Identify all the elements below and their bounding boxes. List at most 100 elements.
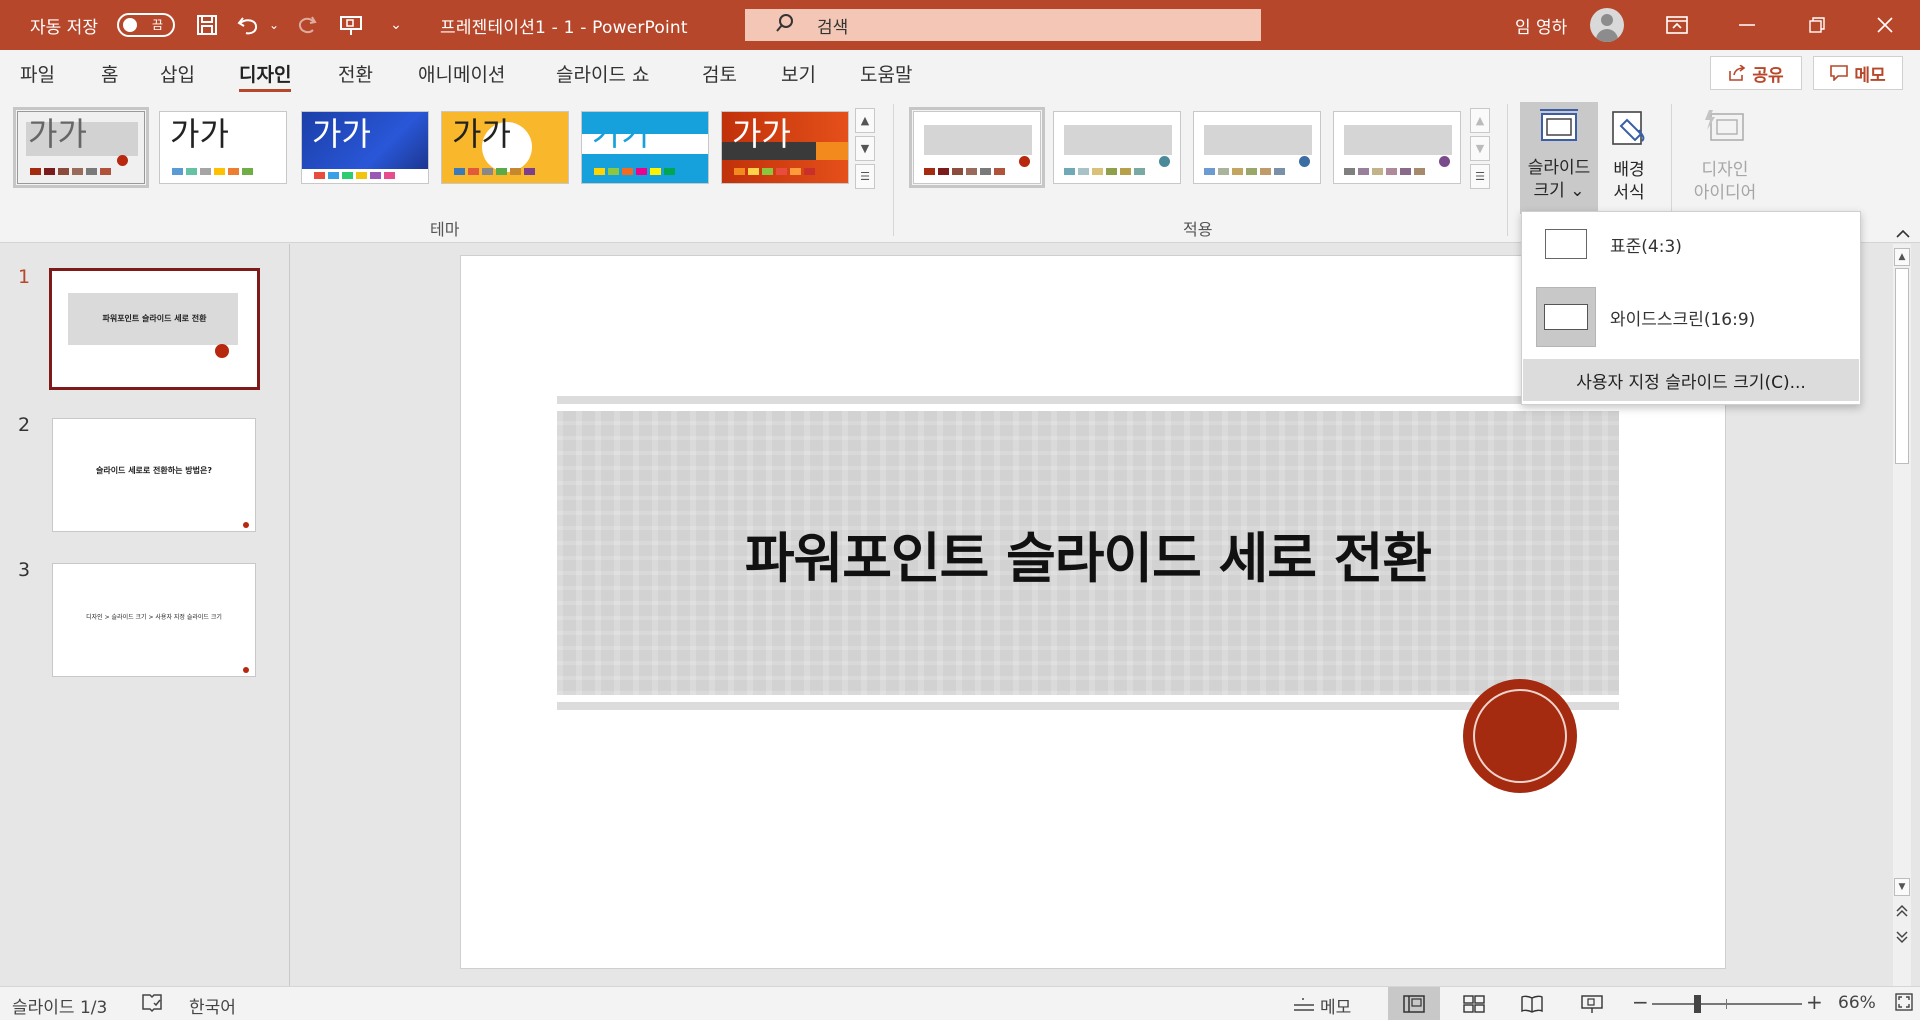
variant-4[interactable] <box>1333 111 1461 184</box>
slide-title[interactable]: 파워포인트 슬라이드 세로 전환 <box>557 411 1619 695</box>
slide-size-button[interactable]: 슬라이드 크기 ⌄ <box>1520 102 1598 214</box>
tab-help[interactable]: 도움말 <box>860 60 912 87</box>
language-indicator[interactable]: 한국어 <box>189 993 236 1018</box>
theme-orange[interactable]: 가가 <box>721 111 849 184</box>
tab-review[interactable]: 검토 <box>702 60 737 87</box>
variant-band <box>1204 125 1312 155</box>
slide-counter[interactable]: 슬라이드 1/3 <box>12 993 107 1018</box>
format-background-icon <box>1609 108 1649 155</box>
tab-home[interactable]: 홈 <box>101 60 118 87</box>
theme-swatches <box>734 168 815 175</box>
theme-sample-text: 가가 <box>170 115 229 153</box>
scroll-up-icon[interactable]: ▲ <box>1894 248 1910 266</box>
variant-swatches <box>1204 168 1285 175</box>
theme-swatches <box>172 168 253 175</box>
tab-animations[interactable]: 애니메이션 <box>418 60 505 87</box>
undo-dropdown-icon[interactable]: ⌄ <box>266 0 282 50</box>
status-bar: 슬라이드 1/3 한국어 메모 − + 66% <box>0 986 1920 1020</box>
variant-dot <box>1439 156 1450 167</box>
save-icon[interactable] <box>190 0 224 50</box>
share-button[interactable]: 공유 <box>1710 56 1802 90</box>
variant-1[interactable] <box>909 107 1045 188</box>
variants-group-label: 적용 <box>1183 220 1213 239</box>
group-separator <box>893 104 894 236</box>
thumb-title: 디자인 > 슬라이드 크기 > 사용자 지정 슬라이드 크기 <box>86 614 222 621</box>
variants-more-icon[interactable]: ☰ <box>1470 164 1490 189</box>
collapse-ribbon-icon[interactable] <box>1896 226 1910 242</box>
widescreen-size-option[interactable]: 와이드스크린(16:9) <box>1522 287 1860 347</box>
theme-white[interactable]: 가가 <box>159 111 287 184</box>
presentation-start-icon[interactable] <box>334 0 368 50</box>
format-background-button[interactable]: 배경 서식 <box>1600 102 1658 214</box>
themes-more-icon[interactable]: ☰ <box>855 164 875 189</box>
scroll-thumb[interactable] <box>1895 268 1909 464</box>
design-ideas-label-1: 디자인 <box>1701 160 1749 180</box>
theme-sample-text: 가가 <box>452 115 511 153</box>
variants-scroll-down-icon[interactable]: ▼ <box>1470 136 1490 161</box>
vertical-scrollbar[interactable]: ▲ ▼ <box>1893 244 1911 986</box>
zoom-level[interactable]: 66% <box>1838 993 1876 1013</box>
title-band-top-rule <box>557 396 1619 404</box>
accessibility-icon[interactable] <box>141 992 163 1019</box>
avatar-body <box>1596 29 1618 42</box>
slide-size-icon <box>1538 108 1580 153</box>
redo-icon[interactable] <box>290 0 324 50</box>
scroll-down-icon[interactable]: ▼ <box>1894 878 1910 896</box>
variant-band <box>1064 125 1172 155</box>
avatar[interactable] <box>1590 8 1624 42</box>
search-placeholder: 검색 <box>817 17 849 38</box>
variant-3[interactable] <box>1193 111 1321 184</box>
customize-qat-icon[interactable]: ⌄ <box>384 0 408 50</box>
thumb-stamp <box>215 344 229 358</box>
theme-yellow[interactable]: 가가 <box>441 111 569 184</box>
standard-size-option[interactable]: 표준(4:3) <box>1522 214 1860 274</box>
themes-scroll-up-icon[interactable]: ▲ <box>855 108 875 133</box>
previous-slide-icon[interactable] <box>1895 904 1909 921</box>
design-ideas-button[interactable]: 디자인 아이디어 <box>1685 102 1765 214</box>
minimize-icon[interactable] <box>1712 0 1782 50</box>
custom-slide-size-option[interactable]: 사용자 지정 슬라이드 크기(C)... <box>1523 359 1859 401</box>
search-icon <box>765 13 805 38</box>
themes-scroll-down-icon[interactable]: ▼ <box>855 136 875 161</box>
tab-design[interactable]: 디자인 <box>239 60 292 92</box>
zoom-out-icon[interactable]: − <box>1632 990 1649 1014</box>
theme-dot <box>117 155 128 166</box>
fit-to-window-icon[interactable] <box>1894 992 1914 1017</box>
restore-icon[interactable] <box>1782 0 1852 50</box>
variant-2[interactable] <box>1053 111 1181 184</box>
memo-label: 메모 <box>1854 65 1886 86</box>
comment-icon <box>1830 65 1849 81</box>
theme-office-textured[interactable]: 가가 <box>13 107 149 188</box>
theme-blue[interactable]: 가가 <box>301 111 429 184</box>
slide-number: 2 <box>18 414 31 436</box>
autosave-toggle[interactable]: 끔 <box>117 13 175 37</box>
tab-file[interactable]: 파일 <box>20 60 55 87</box>
notes-button[interactable]: 메모 <box>1292 993 1351 1018</box>
zoom-slider-thumb[interactable] <box>1694 995 1701 1013</box>
slideshow-view-icon[interactable] <box>1566 987 1618 1020</box>
theme-cyan[interactable]: 가가 <box>581 111 709 184</box>
zoom-in-icon[interactable]: + <box>1806 990 1823 1014</box>
variant-dot <box>1159 156 1170 167</box>
slide-thumbnail-1[interactable]: 파워포인트 슬라이드 세로 전환 <box>49 268 260 390</box>
tab-slideshow[interactable]: 슬라이드 쇼 <box>556 60 649 87</box>
search-input[interactable]: 검색 <box>745 9 1261 41</box>
tab-view[interactable]: 보기 <box>781 60 816 87</box>
zoom-track[interactable] <box>1652 1003 1802 1005</box>
variants-scroll-up-icon[interactable]: ▲ <box>1470 108 1490 133</box>
reading-view-icon[interactable] <box>1506 987 1558 1020</box>
tab-transitions[interactable]: 전환 <box>338 60 373 87</box>
format-background-label-1: 배경 <box>1613 160 1645 180</box>
comments-button[interactable]: 메모 <box>1813 56 1903 90</box>
undo-icon[interactable] <box>232 0 266 50</box>
standard-size-label: 표준(4:3) <box>1610 236 1682 257</box>
normal-view-icon[interactable] <box>1388 987 1440 1020</box>
slide-thumbnail-2[interactable]: 슬라이드 세로로 전환하는 방법은? <box>52 418 256 532</box>
tab-insert[interactable]: 삽입 <box>160 60 195 87</box>
close-icon[interactable] <box>1850 0 1920 50</box>
ribbon-display-options-icon[interactable] <box>1642 0 1712 50</box>
next-slide-icon[interactable] <box>1895 930 1909 947</box>
user-name[interactable]: 임 영하 <box>1515 0 1567 50</box>
slide-thumbnail-3[interactable]: 디자인 > 슬라이드 크기 > 사용자 지정 슬라이드 크기 <box>52 563 256 677</box>
slide-sorter-icon[interactable] <box>1448 987 1500 1020</box>
